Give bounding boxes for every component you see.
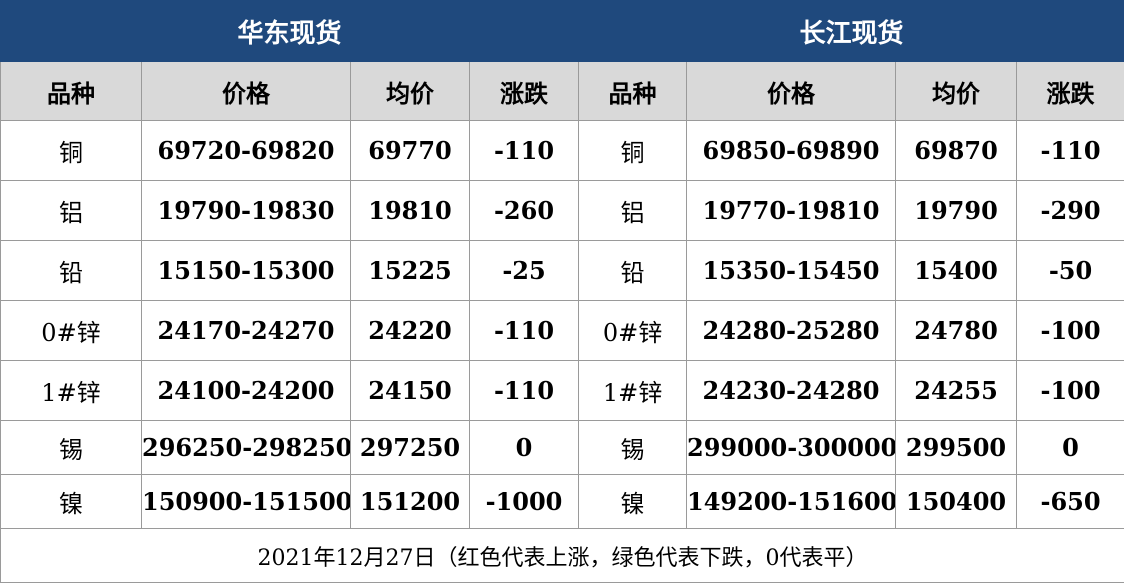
yangtze-change-cell: -100 [1016, 360, 1124, 421]
yangtze-price-cell: 149200-151600 [686, 474, 897, 529]
yangtze-average-cell: 24255 [895, 360, 1018, 421]
yangtze-price-cell: 24280-25280 [686, 300, 897, 361]
east-change-cell: -260 [468, 180, 580, 241]
col-header-average: 均价 [895, 61, 1018, 121]
east-change-cell: -1000 [468, 474, 580, 529]
table-row: 铝 19790-19830 19810 -260 铝 19770-19810 19790 -2… [0, 180, 1124, 241]
yangtze-price-cell: 15350-15450 [686, 240, 897, 301]
east-price-cell: 19790-19830 [141, 180, 351, 241]
col-header-price: 价格 [686, 61, 897, 121]
yangtze-change-cell: 0 [1016, 420, 1124, 475]
east-price-cell: 150900-151500 [141, 474, 351, 529]
east-variety-cell: 铜 [0, 120, 142, 181]
east-change-cell: -110 [468, 120, 580, 181]
table-row: 0#锌 24170-24270 24220 -110 0#锌 24280-25280 247… [0, 300, 1124, 361]
yangtze-change-cell: -290 [1016, 180, 1124, 241]
footer-row: 2021年12月27日（红色代表上涨，绿色代表下跌，0代表平） [0, 528, 1124, 583]
col-header-change: 涨跌 [1016, 61, 1124, 121]
title-row: 华东现货 长江现货 [0, 0, 1124, 62]
table-row: 铅 15150-15300 15225 -25 铅 15350-15450 15400 -50 [0, 240, 1124, 301]
east-variety-cell: 锡 [0, 420, 142, 475]
yangtze-average-cell: 150400 [895, 474, 1018, 529]
yangtze-average-cell: 69870 [895, 120, 1018, 181]
east-average-cell: 15225 [350, 240, 470, 301]
column-header-row: 品种 价格 均价 涨跌 品种 价格 均价 涨跌 [0, 61, 1124, 121]
yangtze-average-cell: 24780 [895, 300, 1018, 361]
east-variety-cell: 1#锌 [0, 360, 142, 421]
east-variety-cell: 铅 [0, 240, 142, 301]
east-price-cell: 24100-24200 [141, 360, 351, 421]
col-header-change: 涨跌 [468, 61, 580, 121]
east-variety-cell: 铝 [0, 180, 142, 241]
data-rows: 铜 69720-69820 69770 -110 铜 69850-69890 69870 -1… [0, 120, 1124, 529]
yangtze-average-cell: 15400 [895, 240, 1018, 301]
yangtze-variety-cell: 铝 [578, 180, 688, 241]
yangtze-average-cell: 19790 [895, 180, 1018, 241]
yangtze-price-cell: 24230-24280 [686, 360, 897, 421]
east-change-cell: 0 [468, 420, 580, 475]
col-header-price: 价格 [141, 61, 351, 121]
yangtze-variety-cell: 镍 [578, 474, 688, 529]
table-row: 锡 296250-298250 297250 0 锡 299000-300000 29950… [0, 420, 1124, 475]
east-price-cell: 296250-298250 [141, 420, 351, 475]
east-change-cell: -110 [468, 300, 580, 361]
east-variety-cell: 镍 [0, 474, 142, 529]
east-change-cell: -25 [468, 240, 580, 301]
yangtze-price-cell: 69850-69890 [686, 120, 897, 181]
yangtze-change-cell: -650 [1016, 474, 1124, 529]
yangtze-price-cell: 19770-19810 [686, 180, 897, 241]
yangtze-variety-cell: 铅 [578, 240, 688, 301]
yangtze-price-cell: 299000-300000 [686, 420, 897, 475]
yangtze-change-cell: -110 [1016, 120, 1124, 181]
east-average-cell: 24220 [350, 300, 470, 361]
price-table: 华东现货 长江现货 品种 价格 均价 涨跌 品种 价格 均价 涨跌 铜 69720… [0, 0, 1124, 583]
east-price-cell: 69720-69820 [141, 120, 351, 181]
table-row: 镍 150900-151500 151200 -1000 镍 149200-151600 1… [0, 474, 1124, 529]
yangtze-variety-cell: 铜 [578, 120, 688, 181]
yangtze-change-cell: -100 [1016, 300, 1124, 361]
yangtze-average-cell: 299500 [895, 420, 1018, 475]
footer-note: 2021年12月27日（红色代表上涨，绿色代表下跌，0代表平） [0, 528, 1124, 583]
col-header-average: 均价 [350, 61, 470, 121]
col-header-variety: 品种 [0, 61, 142, 121]
east-change-cell: -110 [468, 360, 580, 421]
east-price-cell: 24170-24270 [141, 300, 351, 361]
east-average-cell: 24150 [350, 360, 470, 421]
east-price-cell: 15150-15300 [141, 240, 351, 301]
east-average-cell: 69770 [350, 120, 470, 181]
east-average-cell: 297250 [350, 420, 470, 475]
col-header-variety: 品种 [578, 61, 688, 121]
yangtze-variety-cell: 锡 [578, 420, 688, 475]
east-title: 华东现货 [0, 0, 580, 62]
table-row: 铜 69720-69820 69770 -110 铜 69850-69890 69870 -1… [0, 120, 1124, 181]
east-average-cell: 19810 [350, 180, 470, 241]
yangtze-variety-cell: 0#锌 [578, 300, 688, 361]
table-row: 1#锌 24100-24200 24150 -110 1#锌 24230-24280 242… [0, 360, 1124, 421]
yangtze-change-cell: -50 [1016, 240, 1124, 301]
east-average-cell: 151200 [350, 474, 470, 529]
yangtze-variety-cell: 1#锌 [578, 360, 688, 421]
east-variety-cell: 0#锌 [0, 300, 142, 361]
yangtze-title: 长江现货 [578, 0, 1124, 62]
